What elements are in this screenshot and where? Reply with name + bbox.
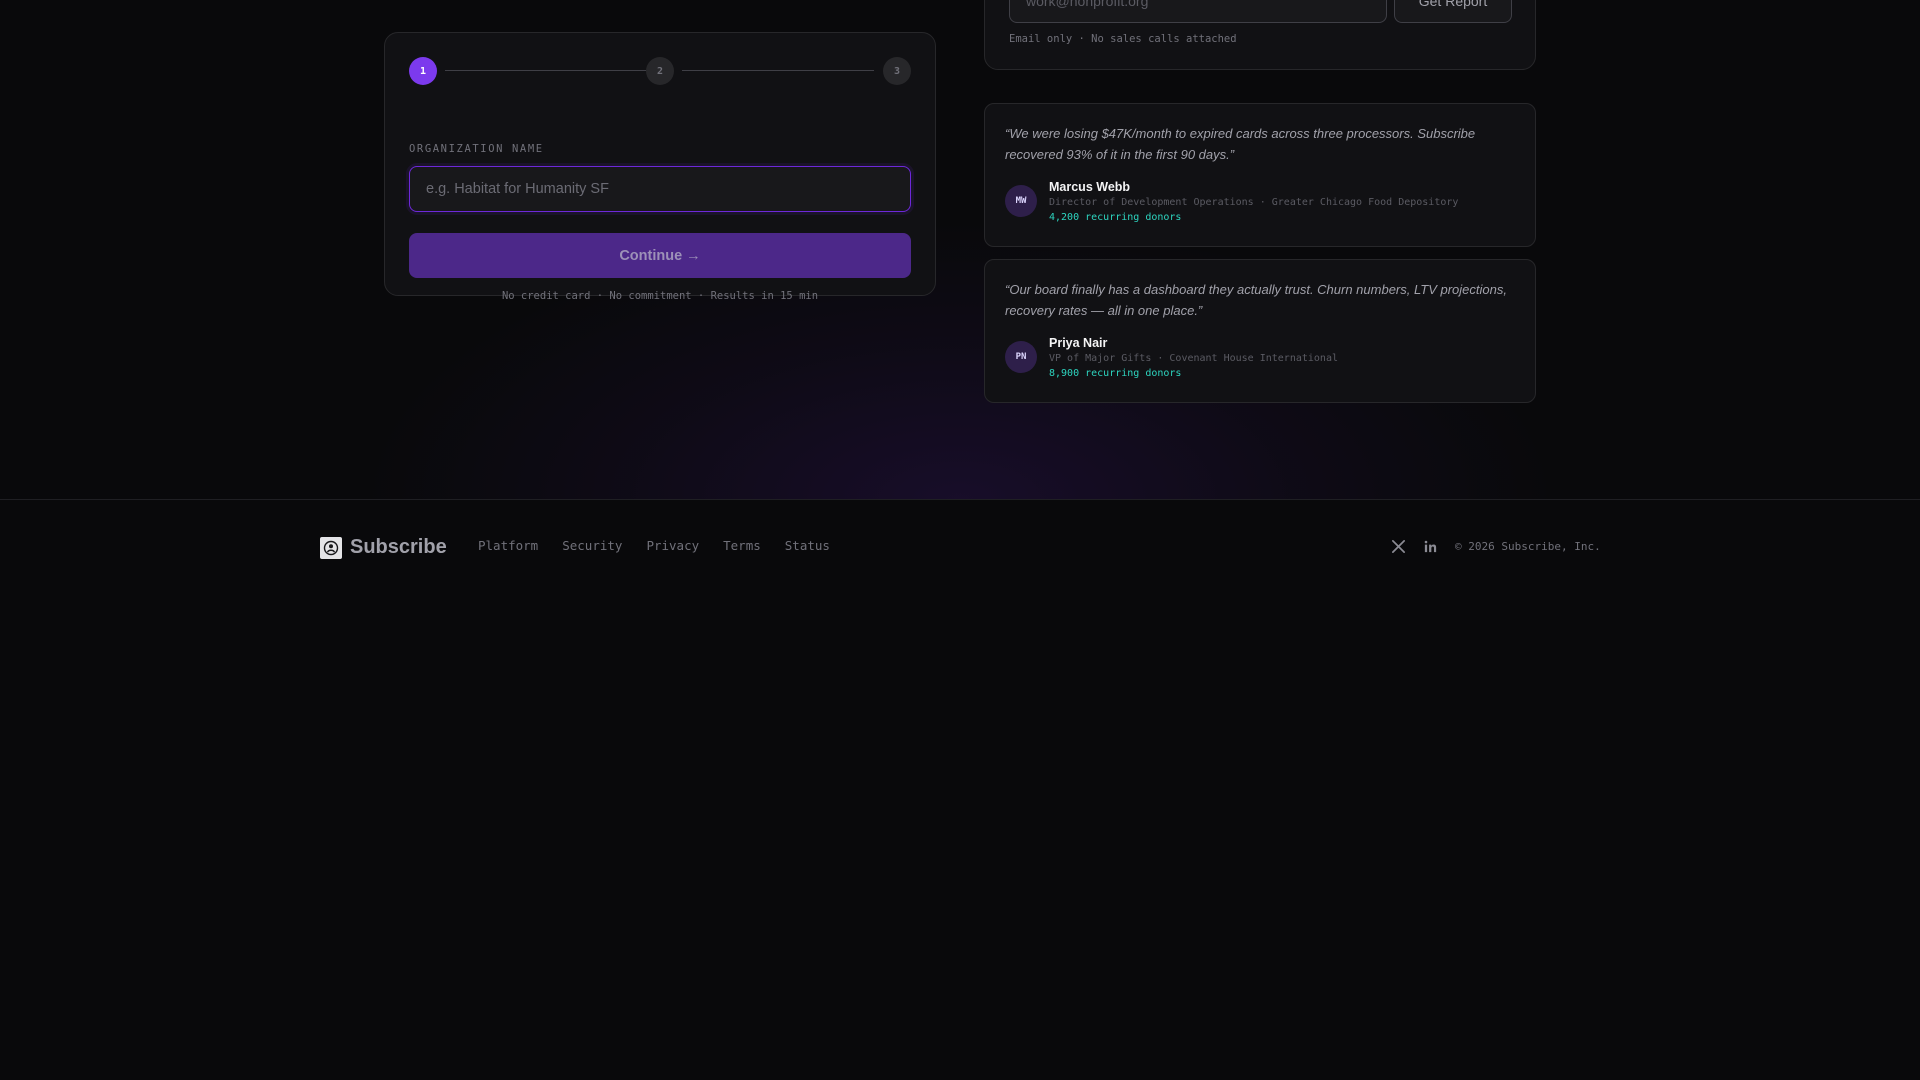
footer-brand[interactable]: Subscribe (320, 536, 447, 559)
linkedin-icon[interactable] (1422, 538, 1438, 554)
work-email-input[interactable] (1009, 0, 1387, 23)
testimonial-author-role: VP of Major Gifts · Covenant House Inter… (1049, 353, 1338, 364)
footer-link-status[interactable]: Status (785, 538, 830, 553)
get-report-button[interactable]: Get Report (1394, 0, 1512, 23)
x-icon[interactable] (1390, 538, 1406, 554)
copyright-text: © 2026 Subscribe, Inc. (1455, 540, 1601, 553)
avatar: MW (1005, 185, 1037, 217)
continue-button[interactable]: Continue → (409, 233, 911, 278)
site-footer: Subscribe Platform Security Privacy Term… (0, 499, 1920, 1080)
footer-link-security[interactable]: Security (562, 538, 622, 553)
testimonial-quote: “We were losing $47K/month to expired ca… (1005, 126, 1476, 162)
testimonial-donor-count: 8,900 recurring donors (1049, 368, 1182, 379)
step-1[interactable]: 1 (409, 57, 437, 85)
testimonial-author-name: Priya Nair (1049, 336, 1108, 350)
subscribe-logo-icon (320, 536, 342, 559)
report-footnote: Email only · No sales calls attached (1009, 33, 1237, 45)
footer-link-terms[interactable]: Terms (723, 538, 761, 553)
testimonial-card: “We were losing $47K/month to expired ca… (984, 103, 1536, 247)
footer-nav: Platform Security Privacy Terms Status (478, 538, 830, 553)
onboarding-wizard-card: 1 2 3 ORGANIZATION NAME Continue → No cr… (384, 32, 936, 302)
step-3[interactable]: 3 (883, 57, 911, 85)
stepper: 1 2 3 (409, 57, 911, 85)
footer-link-privacy[interactable]: Privacy (646, 538, 699, 553)
wizard-footnote: No credit card · No commitment · Results… (501, 290, 819, 302)
avatar: PN (1005, 341, 1037, 373)
footer-link-platform[interactable]: Platform (478, 538, 538, 553)
step-connector (682, 70, 874, 71)
organization-name-label: ORGANIZATION NAME (409, 143, 544, 155)
page: 1 2 3 ORGANIZATION NAME Continue → No cr… (0, 0, 1920, 1080)
testimonial-author-name: Marcus Webb (1049, 180, 1131, 194)
step-connector (445, 70, 655, 71)
report-request-card: Get Report Email only · No sales calls a… (984, 0, 1536, 70)
testimonial-donor-count: 4,200 recurring donors (1049, 212, 1182, 223)
testimonial-card: “Our board finally has a dashboard they … (984, 259, 1536, 403)
testimonial-author-role: Director of Development Operations · Gre… (1049, 197, 1459, 208)
step-2[interactable]: 2 (646, 57, 674, 85)
brand-name: Subscribe (350, 536, 447, 558)
testimonial-quote: “Our board finally has a dashboard they … (1005, 282, 1507, 318)
social-links (1390, 538, 1438, 554)
organization-name-input[interactable] (409, 166, 911, 212)
